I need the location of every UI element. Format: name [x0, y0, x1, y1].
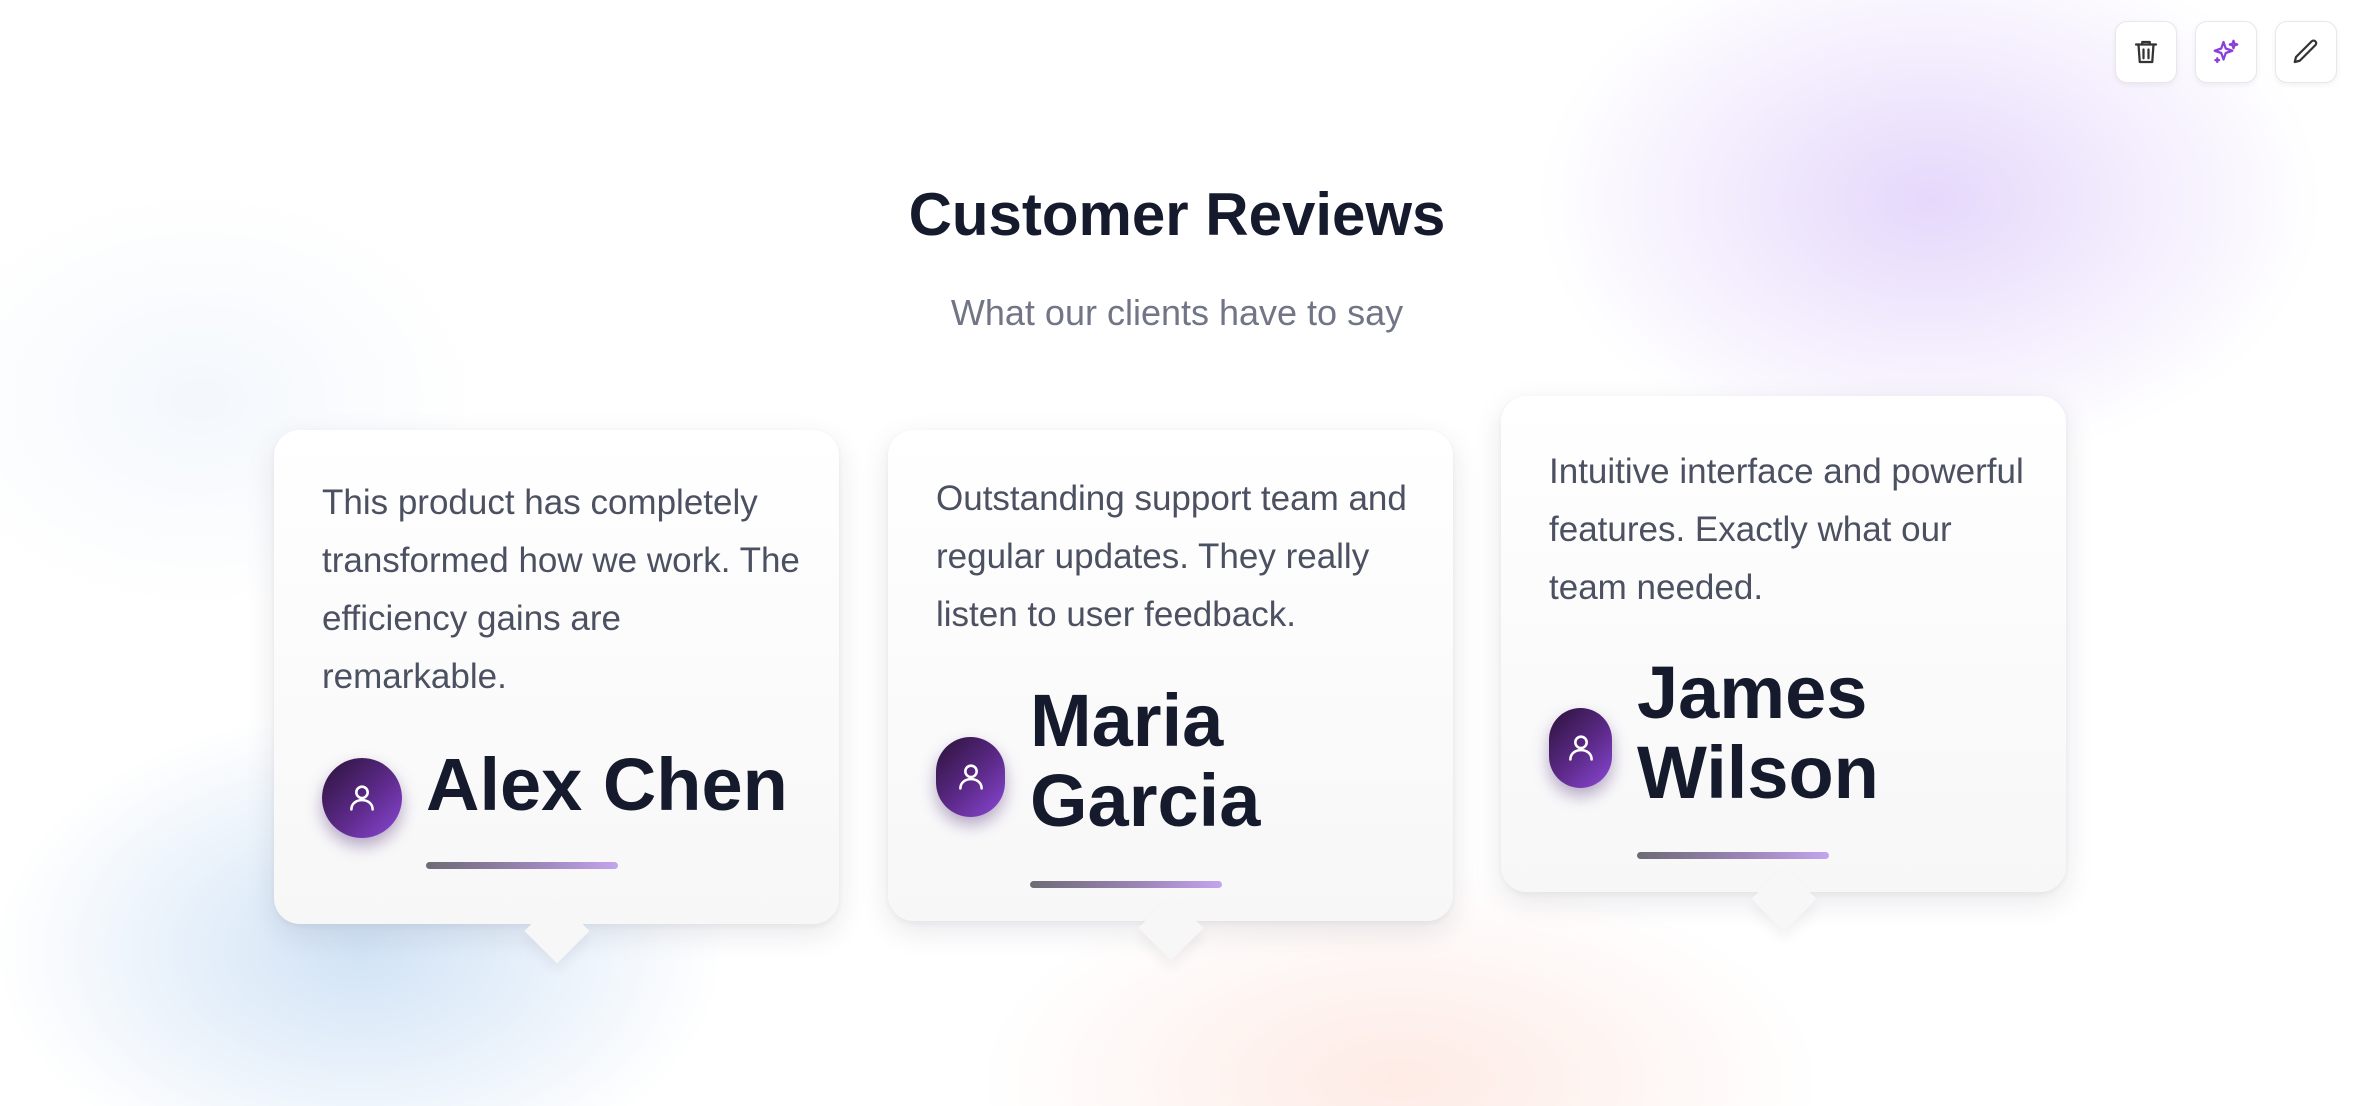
page-title: Customer Reviews — [908, 181, 1446, 248]
name-underline — [1637, 852, 1829, 859]
review-quote: Outstanding support team and regular upd… — [936, 479, 1407, 634]
edit-button[interactable] — [2275, 21, 2337, 83]
user-icon — [958, 764, 983, 790]
review-card: Outstanding support team and regular upd… — [888, 430, 1453, 961]
delete-button[interactable] — [2115, 21, 2177, 83]
review-quote: This product has completely transformed … — [322, 483, 800, 696]
reviewer-name: Alex Chen — [426, 743, 788, 826]
name-underline — [1030, 881, 1222, 888]
ai-generate-button[interactable] — [2195, 21, 2257, 83]
trash-icon — [2134, 40, 2158, 64]
review-card: Intuitive interface and powerful feature… — [1501, 396, 2066, 932]
pencil-icon — [2293, 39, 2318, 64]
avatar — [322, 758, 402, 838]
sparkles-icon — [2213, 39, 2239, 64]
page-subtitle: What our clients have to say — [950, 292, 1404, 333]
review-card: This product has completely transformed … — [274, 430, 839, 964]
toolbar — [2115, 21, 2337, 83]
user-icon — [350, 785, 374, 811]
user-icon — [1568, 735, 1593, 761]
review-quote: Intuitive interface and powerful feature… — [1549, 452, 2024, 607]
reviewer-name: James Wilson — [1637, 651, 1879, 814]
avatar — [1549, 708, 1612, 788]
avatar — [936, 737, 1005, 817]
reviewer-name: Maria Garcia — [1030, 679, 1261, 842]
name-underline — [426, 862, 618, 869]
